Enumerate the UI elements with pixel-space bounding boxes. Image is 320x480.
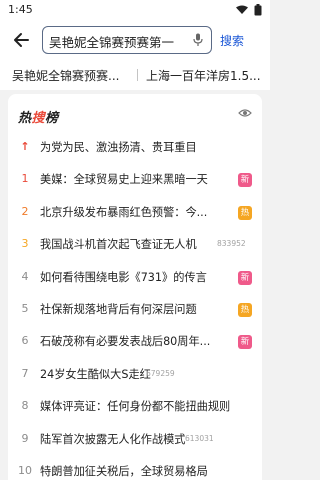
list-item[interactable]: ↑ 为党为民、激浊扬清、贵耳重目 <box>8 132 262 164</box>
list-item[interactable]: 2 北京升级发布暴雨红色预警：今... 热 <box>8 197 262 229</box>
list-item-title[interactable]: 为党为民、激浊扬清、贵耳重目 <box>40 139 240 155</box>
search-button[interactable]: 搜索 <box>220 32 244 49</box>
hot-badge: 热 <box>238 302 252 317</box>
search-query[interactable]: 吴艳妮全锦赛预赛第一 <box>49 32 187 51</box>
new-badge: 新 <box>238 335 252 350</box>
list-item-title[interactable]: 我国战斗机首次起飞查证无人机 <box>40 236 220 252</box>
rank-number: 9 <box>21 431 29 445</box>
list-item[interactable]: 7 24岁女生酷似大S走红 679259 <box>8 359 262 391</box>
list-item-title[interactable]: 媒体评亮证：任何身份都不能扭曲规则 <box>40 398 252 414</box>
list-item-title[interactable]: 美媒：全球贸易史上迎来黑暗一天 <box>40 171 226 187</box>
wifi-icon <box>236 5 248 14</box>
list-item[interactable]: 8 媒体评亮证：任何身份都不能扭曲规则 <box>8 391 262 423</box>
title-main: 热 <box>18 111 32 126</box>
hot-count: 679259 <box>146 368 175 378</box>
suggestion-row: 吴艳妮全锦赛预赛... 上海一百年洋房1.5... <box>0 60 270 90</box>
suggestion-2[interactable]: 上海一百年洋房1.5... <box>146 67 262 84</box>
rank-number: 7 <box>21 366 29 380</box>
hot-search-title: 热搜榜 <box>18 107 59 126</box>
list-item[interactable]: 3 我国战斗机首次起飞查证无人机 833952 <box>8 229 262 261</box>
new-badge: 新 <box>238 173 252 188</box>
list-item[interactable]: 4 如何看待围绕电影《731》的传言新 <box>8 262 262 294</box>
list-item-title[interactable]: 社保新规落地背后有何深层问题 <box>40 301 226 317</box>
rank-number: 10 <box>18 463 32 477</box>
status-bar: 1:45 <box>0 0 270 20</box>
rank-number: 2 <box>21 204 29 218</box>
battery-icon <box>254 4 262 16</box>
rank-number: 4 <box>21 269 29 283</box>
upward-pin-icon: ↑ <box>20 140 30 153</box>
rank-number: 1 <box>21 172 29 186</box>
suggestion-1[interactable]: 吴艳妮全锦赛预赛... <box>12 67 130 84</box>
hot-search-list: ↑ 为党为民、激浊扬清、贵耳重目 1 美媒：全球贸易史上迎来黑暗一天新 2 北京升级发布暴… <box>8 132 262 480</box>
list-item-title[interactable]: 北京升级发布暴雨红色预警：今... <box>40 204 226 220</box>
title-accent: 搜 <box>31 111 46 126</box>
search-input[interactable]: 吴艳妮全锦赛预赛第一 <box>42 26 212 54</box>
status-time: 1:45 <box>8 3 33 16</box>
status-icons <box>236 4 262 16</box>
search-bar: 吴艳妮全锦赛预赛第一 搜索 <box>0 20 270 60</box>
back-arrow-icon[interactable] <box>10 29 32 51</box>
microphone-icon[interactable] <box>193 33 203 47</box>
hot-count: 613031 <box>185 433 214 443</box>
rank-number: 5 <box>21 301 29 315</box>
list-item[interactable]: 10 特朗普加征关税后，全球贸易格局 <box>8 456 262 480</box>
list-item[interactable]: 5 社保新规落地背后有何深层问题热 <box>8 294 262 326</box>
list-item[interactable]: 6 石破茂称有必要发表战后80周年... 新 <box>8 326 262 358</box>
suggestion-divider <box>137 69 138 81</box>
hot-search-card: 热搜榜 ↑ 为党为民、激浊扬清、贵耳重目 1 美媒：全球贸易史上迎来黑暗一天新 2 北京升… <box>8 94 262 480</box>
list-item-title[interactable]: 特朗普加征关税后，全球贸易格局 <box>40 463 226 479</box>
new-badge: 新 <box>238 270 252 285</box>
hot-badge: 热 <box>238 205 252 220</box>
eye-icon[interactable] <box>238 108 252 118</box>
rank-number: 8 <box>21 399 29 413</box>
rank-number: 6 <box>21 334 29 348</box>
list-item-title[interactable]: 如何看待围绕电影《731》的传言 <box>40 269 230 285</box>
list-item[interactable]: 1 美媒：全球贸易史上迎来黑暗一天新 <box>8 164 262 196</box>
list-item-title[interactable]: 石破茂称有必要发表战后80周年... <box>40 333 226 349</box>
list-item[interactable]: 9 陆军首次披露无人化作战模式 613031 <box>8 424 262 456</box>
title-end: 榜 <box>45 111 59 126</box>
rank-number: 3 <box>21 237 29 251</box>
hot-count: 833952 <box>217 239 246 249</box>
